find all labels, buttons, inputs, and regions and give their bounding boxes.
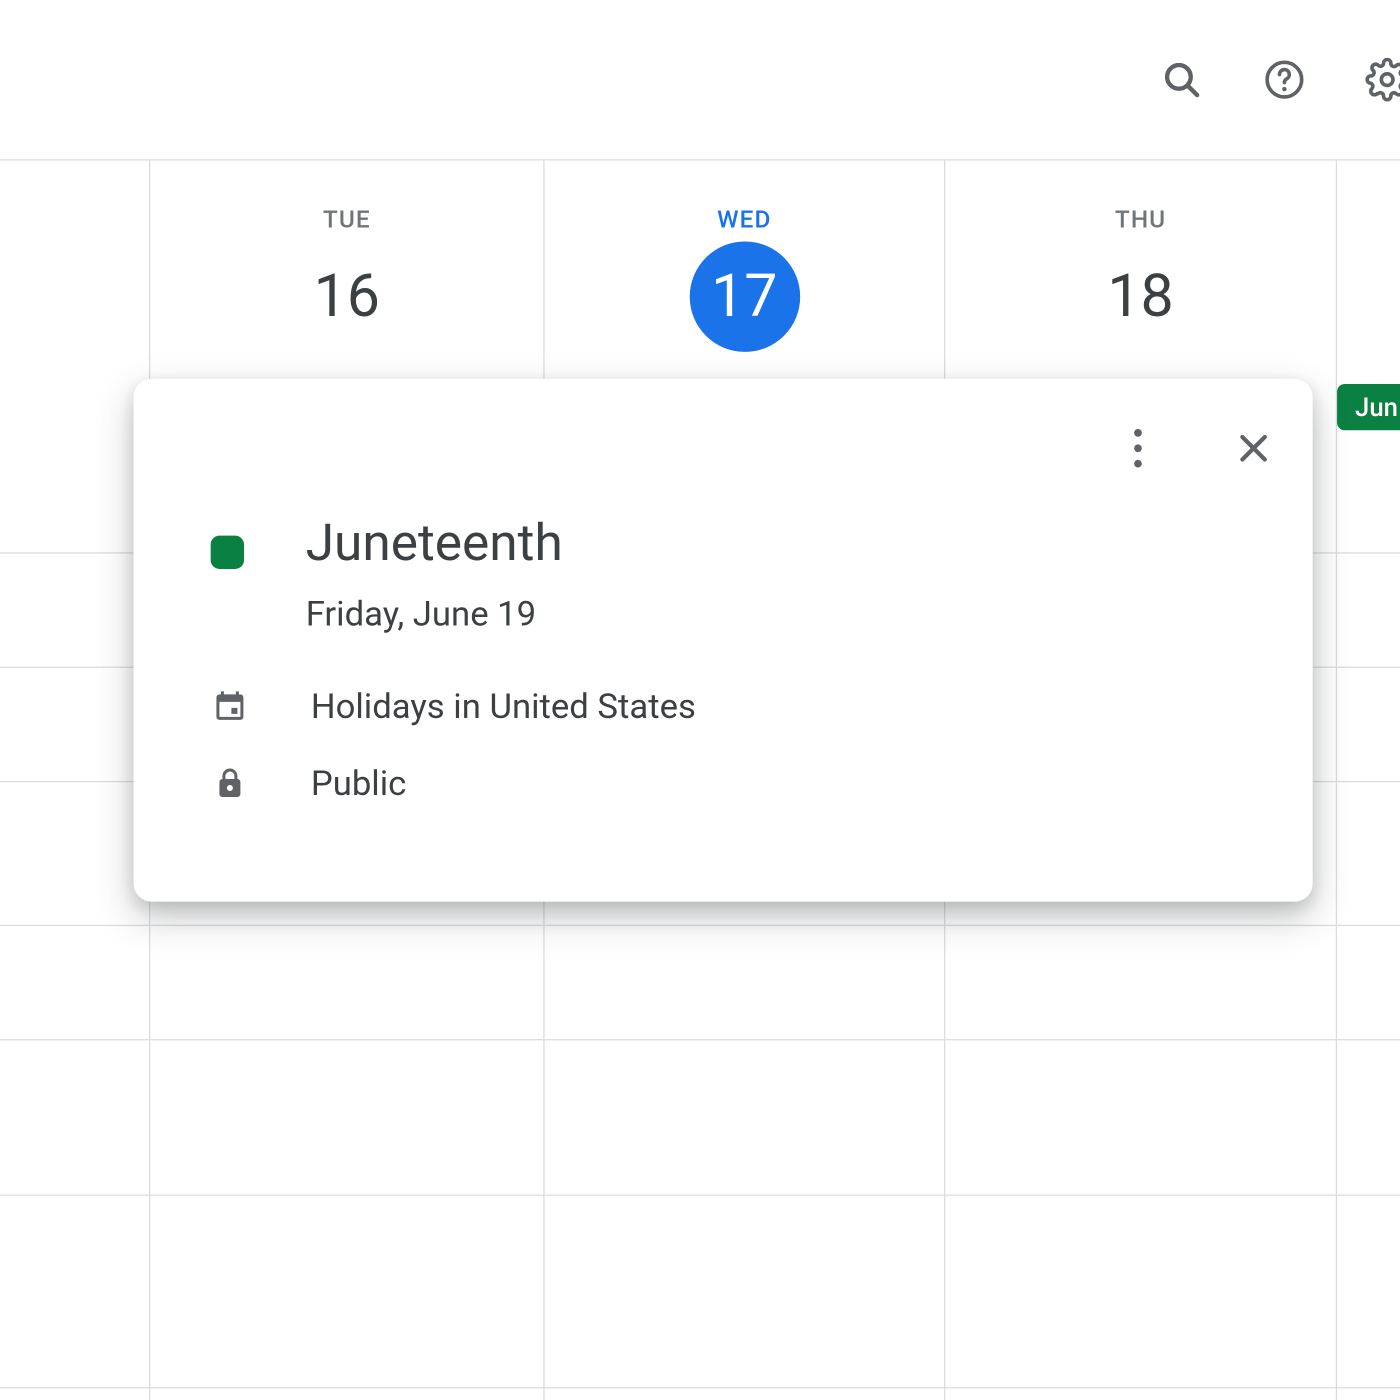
settings-gear-icon[interactable] — [1351, 44, 1400, 116]
help-icon[interactable] — [1248, 44, 1320, 116]
day-label: THU — [945, 204, 1335, 234]
event-chip-juneteenth[interactable]: Jun — [1337, 384, 1400, 430]
search-icon[interactable] — [1146, 44, 1218, 116]
event-chip-label: Jun — [1355, 392, 1398, 423]
event-color-chip — [211, 536, 244, 569]
day-column-wed[interactable]: WED 17 — [545, 161, 944, 352]
day-column-thu[interactable]: THU 18 — [945, 161, 1335, 352]
event-detail-popover: Juneteenth Friday, June 19 Holidays in U… — [134, 379, 1313, 902]
top-toolbar — [0, 0, 1400, 161]
day-number[interactable]: 17 — [689, 241, 799, 351]
lock-icon — [211, 766, 250, 802]
event-date: Friday, June 19 — [306, 593, 563, 634]
more-options-icon[interactable] — [1102, 412, 1174, 484]
day-number[interactable]: 18 — [1085, 241, 1195, 351]
event-visibility: Public — [311, 763, 406, 804]
day-number[interactable]: 16 — [292, 241, 402, 351]
day-label: WED — [545, 204, 944, 234]
close-icon[interactable] — [1218, 412, 1290, 484]
day-column-tue[interactable]: TUE 16 — [150, 161, 543, 352]
day-label: TUE — [150, 204, 543, 234]
event-title: Juneteenth — [306, 512, 563, 572]
calendar-icon — [211, 688, 250, 724]
event-calendar-name: Holidays in United States — [311, 686, 696, 727]
